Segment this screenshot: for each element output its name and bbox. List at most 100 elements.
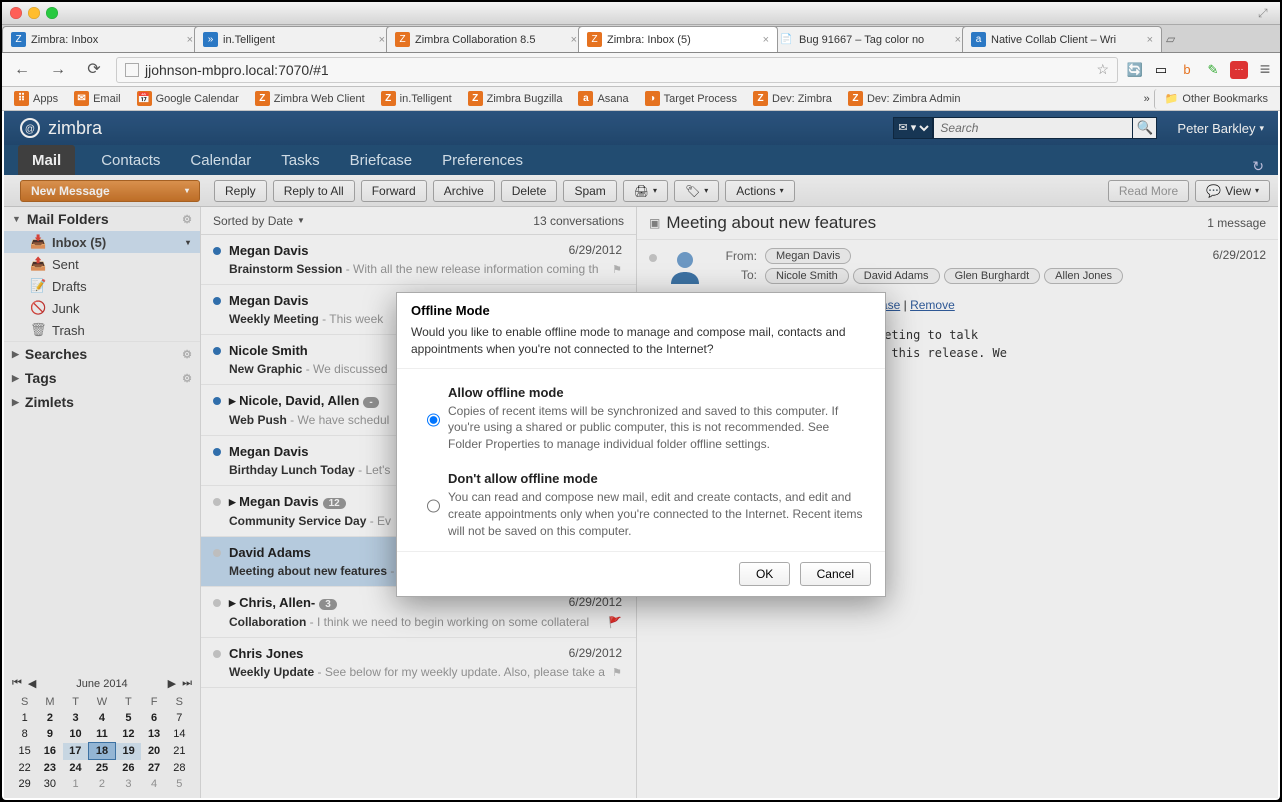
browser-tab[interactable]: ZZimbra: Inbox (5)× <box>578 26 778 52</box>
message-row[interactable]: Megan Davis 6/29/2012 Brainstorm Session… <box>201 235 636 285</box>
to-pill[interactable]: Nicole Smith <box>765 268 849 284</box>
bookmark-item[interactable]: aAsana <box>572 89 634 109</box>
cal-day[interactable]: 8 <box>12 726 37 743</box>
nav-tab-calendar[interactable]: Calendar <box>186 145 255 175</box>
tags-section[interactable]: ▶Tags⚙ <box>4 366 200 390</box>
close-icon[interactable]: × <box>379 34 385 46</box>
ok-button[interactable]: OK <box>739 562 790 586</box>
to-pill[interactable]: Glen Burghardt <box>944 268 1041 284</box>
search-input[interactable] <box>933 117 1133 139</box>
cal-day[interactable]: 4 <box>89 710 116 726</box>
cal-day[interactable]: 3 <box>115 776 141 792</box>
cal-day[interactable]: 26 <box>115 760 141 777</box>
omnibox[interactable]: jjohnson-mbpro.local:7070/#1 ☆ <box>116 57 1118 83</box>
message-row[interactable]: Chris Jones 6/29/2012 Weekly Update - Se… <box>201 638 636 688</box>
ext-icon-1[interactable]: 🔄 <box>1126 61 1144 79</box>
tag-menu[interactable]: 🏷 ▾ <box>674 180 719 202</box>
cal-day[interactable]: 24 <box>63 760 89 777</box>
cal-prev-month[interactable]: ◀ <box>28 677 36 690</box>
new-message-button[interactable]: New Message▾ <box>20 180 200 202</box>
move-menu[interactable]: 🖨 ▾ <box>623 180 668 202</box>
spam-button[interactable]: Spam <box>563 180 616 202</box>
allow-offline-radio[interactable] <box>427 387 440 453</box>
cal-day[interactable]: 10 <box>63 726 89 743</box>
folder-inbox[interactable]: 📥Inbox (5)▾ <box>4 231 200 253</box>
cal-day[interactable]: 11 <box>89 726 116 743</box>
other-bookmarks[interactable]: 📁Other Bookmarks <box>1154 89 1274 109</box>
cal-day[interactable]: 25 <box>89 760 116 777</box>
search-type-select[interactable]: ✉ ▾ <box>893 117 933 139</box>
window-minimize-button[interactable] <box>28 7 40 19</box>
bookmark-item[interactable]: 📅Google Calendar <box>131 89 245 109</box>
reload-button[interactable]: ⟳ <box>80 56 108 84</box>
cal-next-year[interactable]: ⏭ <box>182 677 192 690</box>
cal-prev-year[interactable]: ⏮ <box>12 677 22 690</box>
disallow-offline-radio[interactable] <box>427 473 440 539</box>
chrome-menu-icon[interactable]: ≡ <box>1256 61 1274 79</box>
search-button[interactable]: 🔍 <box>1133 117 1157 139</box>
folder-junk[interactable]: 🚫Junk <box>4 297 200 319</box>
bookmark-item[interactable]: Zin.Telligent <box>375 89 458 109</box>
reply-all-button[interactable]: Reply to All <box>273 180 355 202</box>
cal-day[interactable]: 28 <box>167 760 192 777</box>
to-pill[interactable]: Allen Jones <box>1044 268 1123 284</box>
browser-tab[interactable]: ZZimbra Collaboration 8.5× <box>386 26 586 52</box>
cal-day[interactable]: 23 <box>37 760 62 777</box>
mail-folders-head[interactable]: ▼Mail Folders⚙ <box>4 207 200 231</box>
reply-button[interactable]: Reply <box>214 180 267 202</box>
bookmark-item[interactable]: ZZimbra Web Client <box>249 89 371 109</box>
nav-tab-contacts[interactable]: Contacts <box>97 145 164 175</box>
close-icon[interactable]: × <box>763 34 769 46</box>
bookmark-item[interactable]: ZDev: Zimbra Admin <box>842 89 967 109</box>
zimlets-section[interactable]: ▶Zimlets <box>4 390 200 414</box>
browser-tab[interactable]: »in.Telligent× <box>194 26 394 52</box>
read-more-button[interactable]: Read More <box>1108 180 1189 202</box>
cal-day[interactable]: 4 <box>141 776 166 792</box>
cal-day[interactable]: 13 <box>141 726 166 743</box>
nav-tab-tasks[interactable]: Tasks <box>277 145 323 175</box>
close-icon[interactable]: × <box>955 34 961 46</box>
cal-day[interactable]: 30 <box>37 776 62 792</box>
window-fullscreen-icon[interactable]: ⤢ <box>1258 6 1272 20</box>
window-zoom-button[interactable] <box>46 7 58 19</box>
cal-day[interactable]: 22 <box>12 760 37 777</box>
cal-day[interactable]: 2 <box>89 776 116 792</box>
cal-day[interactable]: 21 <box>167 743 192 760</box>
cal-day[interactable]: 3 <box>63 710 89 726</box>
bookmark-item[interactable]: ◑Target Process <box>639 89 743 109</box>
nav-tab-preferences[interactable]: Preferences <box>438 145 527 175</box>
close-icon[interactable]: × <box>187 34 193 46</box>
folder-trash[interactable]: 🗑Trash <box>4 319 200 341</box>
cal-day[interactable]: 5 <box>115 710 141 726</box>
view-menu[interactable]: 💬 View ▾ <box>1195 180 1270 202</box>
cal-day[interactable]: 29 <box>12 776 37 792</box>
browser-tab[interactable]: aNative Collab Client – Wri× <box>962 26 1162 52</box>
cal-day[interactable]: 18 <box>89 743 116 760</box>
bookmark-overflow[interactable]: » <box>1144 93 1150 105</box>
cal-day[interactable]: 1 <box>63 776 89 792</box>
archive-button[interactable]: Archive <box>433 180 495 202</box>
gear-icon[interactable]: ⚙ <box>182 213 192 226</box>
browser-tab[interactable]: ZZimbra: Inbox× <box>2 26 202 52</box>
cal-day[interactable]: 27 <box>141 760 166 777</box>
browser-tab[interactable]: 📄Bug 91667 – Tag color no× <box>770 26 970 52</box>
delete-button[interactable]: Delete <box>501 180 558 202</box>
bookmark-star-icon[interactable]: ☆ <box>1096 61 1109 78</box>
actions-menu[interactable]: Actions ▾ <box>725 180 794 202</box>
from-pill[interactable]: Megan Davis <box>765 248 851 264</box>
cal-day[interactable]: 1 <box>12 710 37 726</box>
user-menu[interactable]: Peter Barkley▾ <box>1177 121 1264 136</box>
sort-label[interactable]: Sorted by Date <box>213 214 293 228</box>
ext-icon-bitly[interactable]: b <box>1178 61 1196 79</box>
cal-day[interactable]: 9 <box>37 726 62 743</box>
cal-day[interactable]: 20 <box>141 743 166 760</box>
cal-day[interactable]: 2 <box>37 710 62 726</box>
cal-day[interactable]: 7 <box>167 710 192 726</box>
cal-day[interactable]: 17 <box>63 743 89 760</box>
close-icon[interactable]: × <box>1147 34 1153 46</box>
bookmark-item[interactable]: ZDev: Zimbra <box>747 89 838 109</box>
nav-tab-briefcase[interactable]: Briefcase <box>346 145 417 175</box>
cal-day[interactable]: 15 <box>12 743 37 760</box>
cal-day[interactable]: 5 <box>167 776 192 792</box>
cal-next-month[interactable]: ▶ <box>168 677 176 690</box>
